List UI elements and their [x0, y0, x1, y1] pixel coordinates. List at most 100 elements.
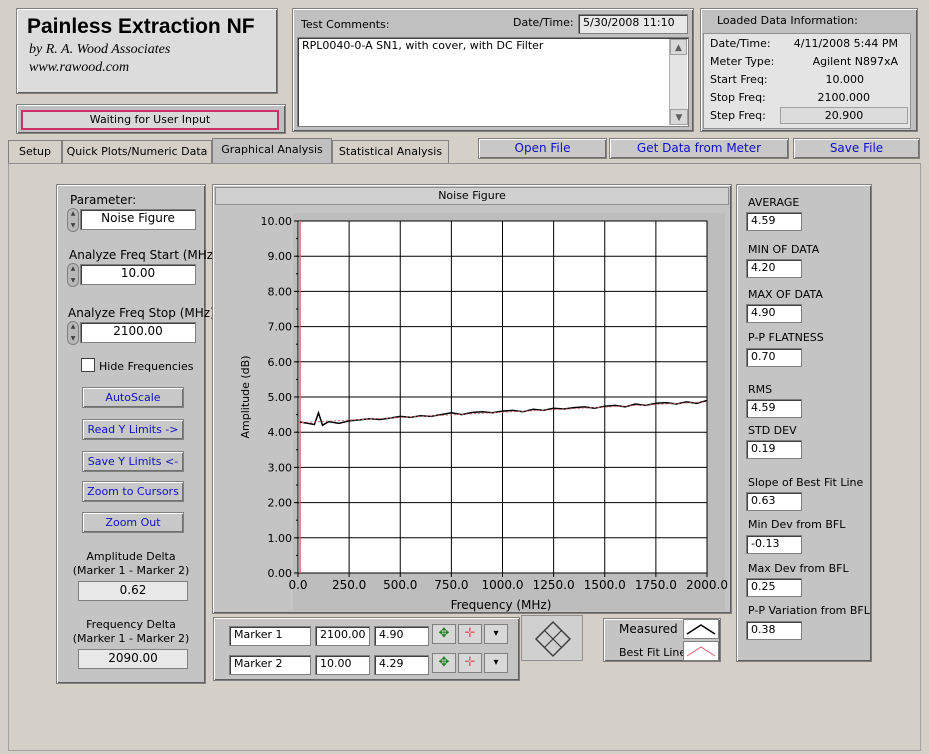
loaded-row-value: Agilent N897xA	[812, 55, 898, 68]
spin-down-icon: ▼	[70, 277, 76, 284]
parameter-label: Parameter:	[70, 193, 137, 207]
hide-frequencies-checkbox[interactable]	[81, 358, 95, 372]
marker-2-crosshair-icon[interactable]: ✛	[458, 653, 482, 673]
stat-rms-label: RMS	[748, 383, 773, 396]
start-freq-spinner[interactable]: ▲ ▼	[67, 263, 79, 287]
stat-pp-flatness-label: P-P FLATNESS	[748, 331, 824, 344]
loaded-row-label: Step Freq:	[710, 109, 766, 122]
scroll-down-icon[interactable]: ▼	[670, 109, 688, 125]
loaded-row-value: 4/11/2008 5:44 PM	[793, 37, 898, 50]
stat-rms-value: 4.59	[746, 399, 802, 418]
graph-title: Noise Figure	[438, 189, 506, 202]
stop-freq-spinner[interactable]: ▲ ▼	[67, 321, 79, 345]
analyze-stop-label: Analyze Freq Stop (MHz)	[68, 306, 215, 320]
pan-navigation-control[interactable]	[521, 615, 583, 661]
spin-up-icon: ▲	[70, 210, 76, 217]
analyze-start-label: Analyze Freq Start (MHz)	[69, 248, 218, 262]
stat-std-dev-label: STD DEV	[748, 424, 797, 437]
y-tick-label: 1.00	[268, 532, 293, 545]
x-tick-label: 1750.0	[635, 578, 677, 592]
marker-1-crosshair-icon[interactable]: ✛	[458, 624, 482, 644]
loaded-row-value: 2100.000	[817, 91, 871, 104]
status-indicator: Waiting for User Input	[21, 110, 279, 130]
stat-min-label: MIN OF DATA	[748, 243, 820, 256]
y-tick-label: 6.00	[268, 356, 293, 369]
amplitude-delta-value: 0.62	[78, 581, 188, 601]
autoscale-button[interactable]: AutoScale	[82, 387, 184, 408]
y-axis-label: Amplitude (dB)	[239, 356, 252, 439]
amplitude-delta-sublabel: (Marker 1 - Marker 2)	[72, 564, 190, 577]
scroll-up-icon[interactable]: ▲	[670, 39, 687, 55]
y-tick-label: 5.00	[268, 391, 293, 404]
parameter-select[interactable]: Noise Figure	[80, 209, 196, 230]
x-tick-label: 2000.0	[686, 578, 728, 592]
x-tick-label: 0.0	[288, 578, 307, 592]
status-panel: Waiting for User Input	[16, 104, 286, 134]
legend-measured-swatch	[683, 619, 719, 639]
comments-label: Test Comments:	[301, 18, 390, 31]
y-tick-label: 8.00	[268, 285, 293, 298]
read-y-limits-button[interactable]: Read Y Limits ->	[82, 419, 184, 440]
loaded-row-label: Date/Time:	[710, 37, 771, 50]
datetime-label: Date/Time:	[513, 16, 574, 29]
stat-max-dev-label: Max Dev from BFL	[748, 562, 849, 575]
analyze-stop-input[interactable]: 2100.00	[80, 322, 196, 343]
stat-slope-label: Slope of Best Fit Line	[748, 476, 864, 489]
pan-diamond-icon	[534, 620, 572, 658]
spin-up-icon: ▲	[70, 323, 76, 330]
stat-std-dev-value: 0.19	[746, 440, 802, 459]
tab-statistical-analysis[interactable]: Statistical Analysis	[332, 140, 449, 164]
loaded-data-title: Loaded Data Information:	[717, 14, 858, 27]
marker-1-amp[interactable]: 4.90	[374, 626, 429, 646]
stat-average-value: 4.59	[746, 212, 802, 231]
get-data-from-meter-button[interactable]: Get Data from Meter	[609, 138, 789, 159]
marker-1-name[interactable]: Marker 1	[229, 626, 311, 646]
marker-2-options-icon[interactable]: ▾	[484, 653, 508, 673]
hide-frequencies-label: Hide Frequencies	[99, 360, 194, 373]
zoom-to-cursors-button[interactable]: Zoom to Cursors	[82, 481, 184, 502]
open-file-button[interactable]: Open File	[478, 138, 607, 159]
tab-quick-plots[interactable]: Quick Plots/Numeric Data	[62, 140, 212, 164]
stat-min-dev-label: Min Dev from BFL	[748, 518, 846, 531]
zoom-out-button[interactable]: Zoom Out	[82, 512, 184, 533]
stat-max-value: 4.90	[746, 304, 802, 323]
legend-bestfit-label: Best Fit Line	[619, 646, 687, 659]
tab-setup[interactable]: Setup	[8, 140, 62, 164]
x-tick-label: 250.0	[332, 578, 366, 592]
stat-pp-flatness-value: 0.70	[746, 348, 802, 367]
tab-graphical-analysis[interactable]: Graphical Analysis	[212, 138, 332, 164]
comments-textarea[interactable]: RPL0040-0-A SN1, with cover, with DC Fil…	[297, 37, 689, 127]
stat-max-label: MAX OF DATA	[748, 288, 823, 301]
marker-1-freq[interactable]: 2100.00	[315, 626, 370, 646]
legend-measured-label: Measured	[619, 622, 678, 636]
app-website: www.rawood.com	[29, 60, 130, 75]
marker-1-options-icon[interactable]: ▾	[484, 624, 508, 644]
marker-2-move-icon[interactable]: ✥	[432, 653, 456, 673]
x-tick-label: 1250.0	[533, 578, 575, 592]
loaded-data-box: Date/Time: 4/11/2008 5:44 PM Meter Type:…	[703, 33, 911, 129]
stat-pp-variation-label: P-P Variation from BFL	[748, 604, 870, 617]
save-file-button[interactable]: Save File	[793, 138, 920, 159]
noise-figure-chart[interactable]: 0.001.002.003.004.005.006.007.008.009.00…	[215, 207, 729, 612]
marker-2-amp[interactable]: 4.29	[374, 655, 429, 675]
marker-2-name[interactable]: Marker 2	[229, 655, 311, 675]
save-y-limits-button[interactable]: Save Y Limits <-	[82, 451, 184, 472]
marker-1-move-icon[interactable]: ✥	[432, 624, 456, 644]
parameter-spinner[interactable]: ▲ ▼	[67, 208, 79, 232]
stat-pp-variation-value: 0.38	[746, 621, 802, 640]
comments-panel: Test Comments: Date/Time: 5/30/2008 11:1…	[292, 8, 694, 132]
datetime-field[interactable]: 5/30/2008 11:10	[578, 14, 688, 34]
marker-2-freq[interactable]: 10.00	[315, 655, 370, 675]
loaded-row-label: Start Freq:	[710, 73, 768, 86]
comments-text: RPL0040-0-A SN1, with cover, with DC Fil…	[302, 39, 544, 52]
spin-down-icon: ▼	[70, 222, 76, 229]
spin-up-icon: ▲	[70, 265, 76, 272]
app-title: Painless Extraction NF	[27, 15, 255, 38]
analyze-start-input[interactable]: 10.00	[80, 264, 196, 285]
loaded-row-value: 20.900	[780, 107, 908, 124]
comments-scrollbar[interactable]: ▲ ▼	[669, 39, 688, 125]
spin-down-icon: ▼	[70, 335, 76, 342]
x-tick-label: 1500.0	[584, 578, 626, 592]
frequency-delta-value: 2090.00	[78, 649, 188, 669]
x-tick-label: 750.0	[434, 578, 468, 592]
